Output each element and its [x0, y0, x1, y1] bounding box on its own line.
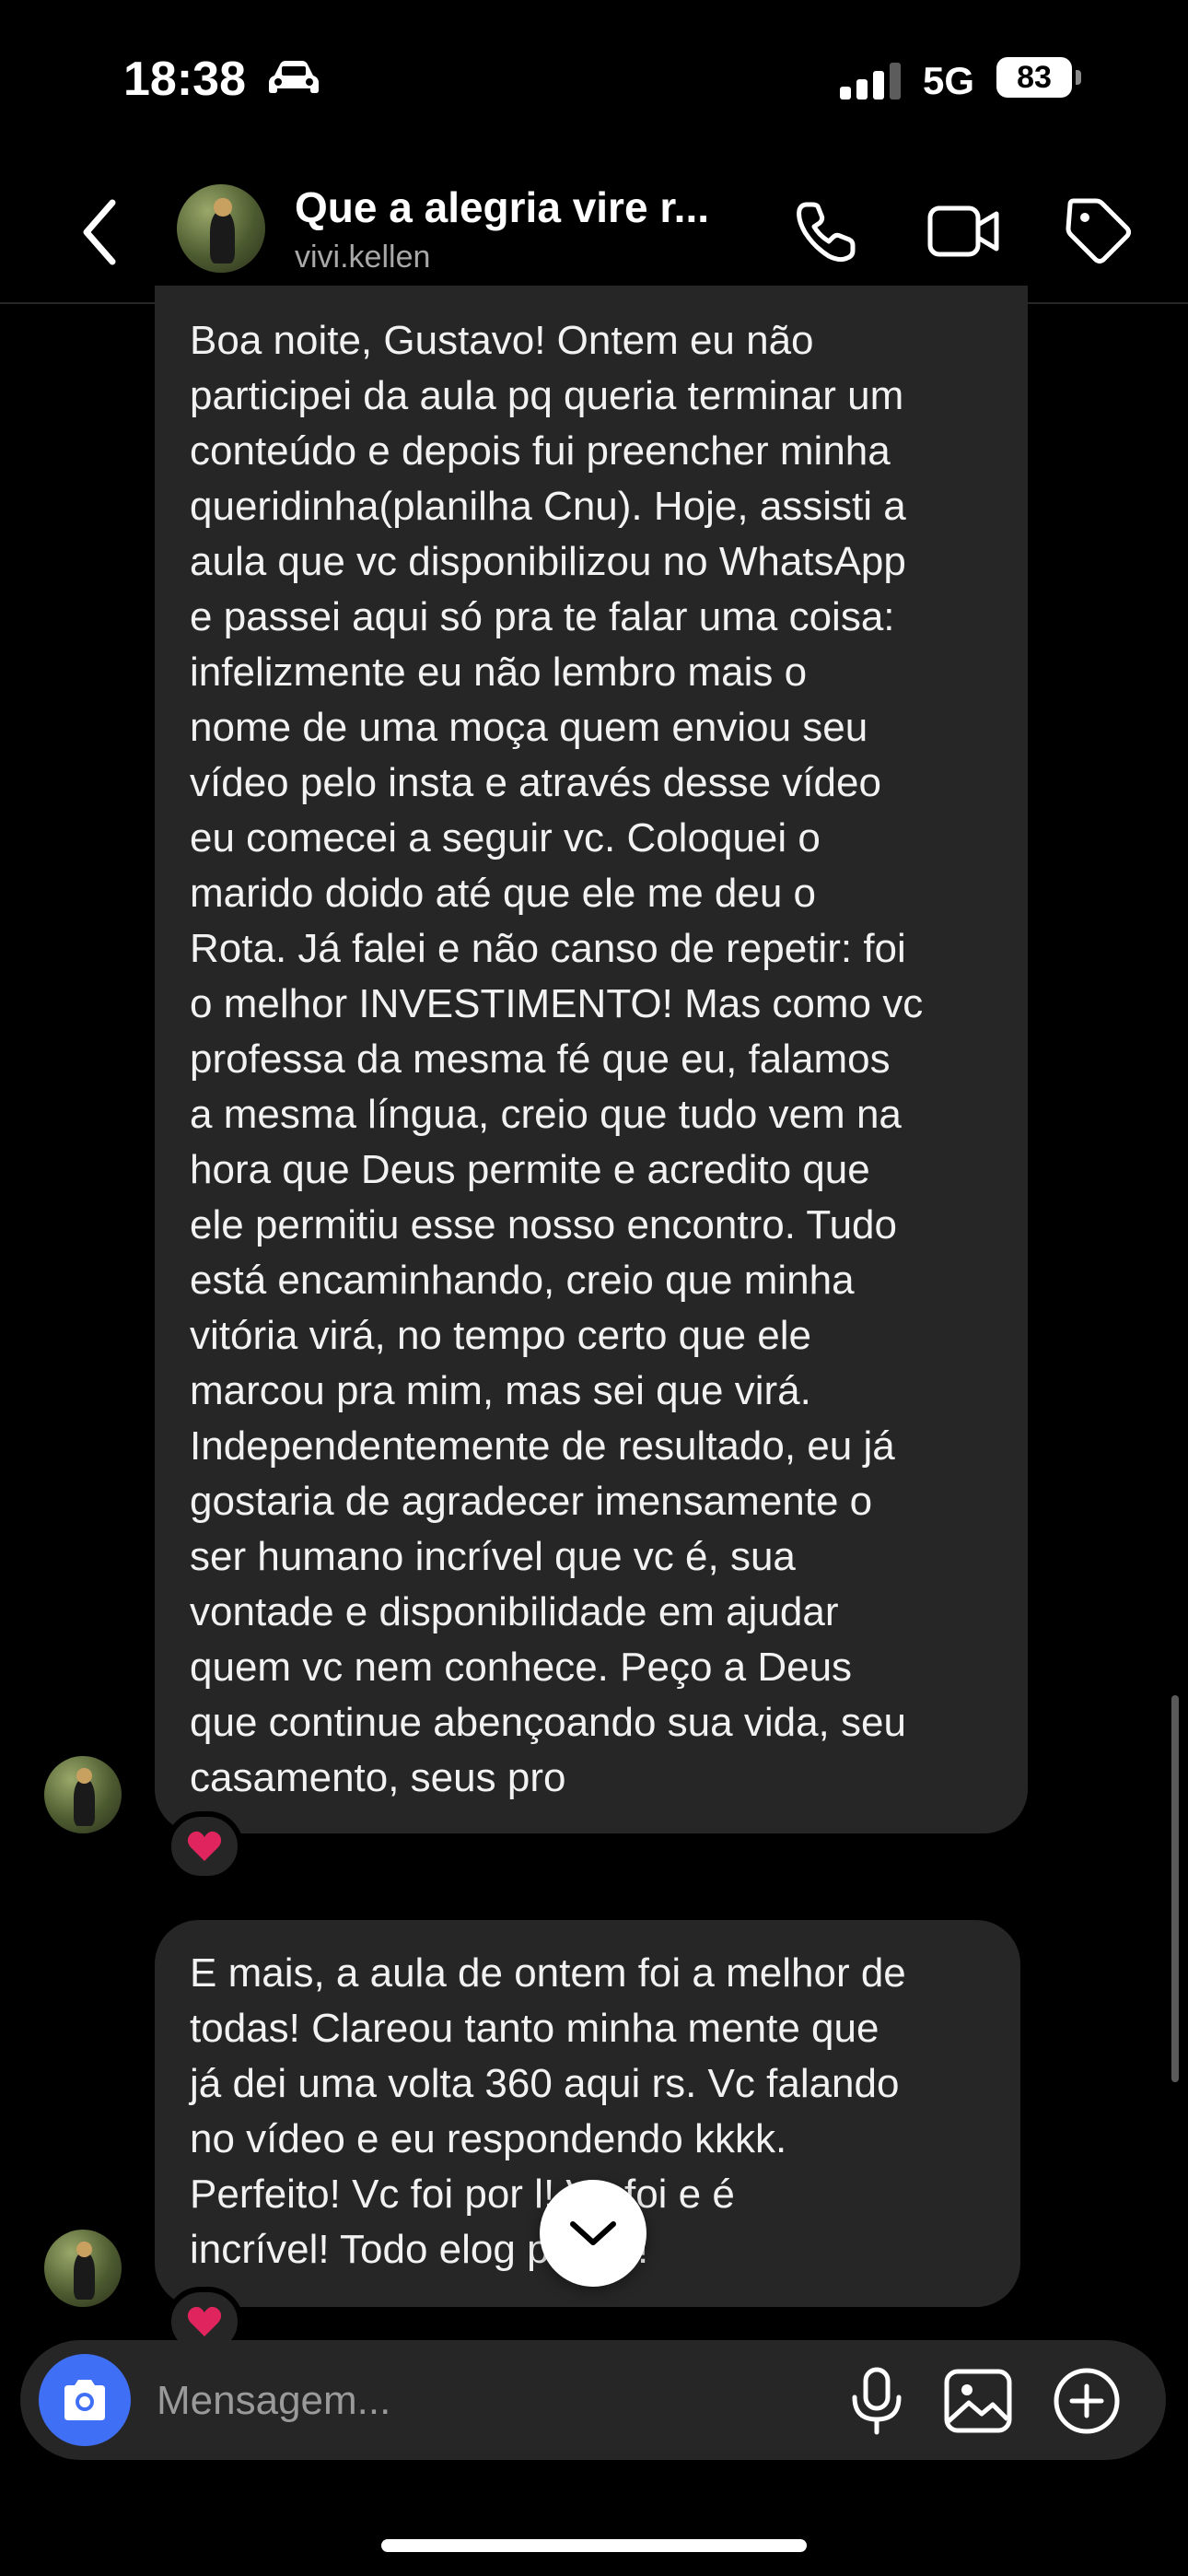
message-text: Boa noite, Gustavo! Ontem eu não partici… [190, 318, 924, 1800]
status-bar: 18:38 5G 83 [0, 0, 1188, 157]
chat-header: Que a alegria vire r... vivi.kellen [0, 162, 1188, 304]
chevron-down-icon [570, 2221, 616, 2245]
message-input[interactable] [155, 2368, 803, 2434]
battery-cap [1076, 70, 1081, 85]
video-camera-icon[interactable] [926, 199, 1000, 263]
camera-button[interactable] [39, 2354, 131, 2446]
sender-avatar[interactable] [44, 2230, 122, 2307]
car-icon [269, 61, 319, 93]
message-bubble[interactable]: Boa noite, Gustavo! Ontem eu não partici… [155, 286, 1028, 1833]
status-time: 18:38 [123, 53, 246, 106]
chat-username[interactable]: vivi.kellen [295, 240, 430, 275]
sender-avatar[interactable] [44, 1756, 122, 1833]
scroll-down-button[interactable] [540, 2180, 646, 2287]
battery-indicator: 83 [996, 57, 1072, 98]
camera-icon [64, 2380, 105, 2420]
microphone-icon[interactable] [844, 2366, 910, 2436]
heart-icon [187, 1831, 222, 1861]
heart-icon [187, 2306, 222, 2336]
battery-level: 83 [1017, 59, 1052, 95]
chat-title[interactable]: Que a alegria vire r... [295, 182, 709, 232]
contact-avatar[interactable] [177, 184, 265, 273]
phone-icon[interactable] [794, 199, 858, 263]
plus-circle-icon[interactable] [1052, 2366, 1122, 2436]
scrollbar[interactable] [1171, 1695, 1179, 2082]
home-indicator[interactable] [381, 2539, 807, 2552]
back-arrow-icon[interactable] [74, 195, 125, 269]
gallery-icon[interactable] [943, 2368, 1013, 2434]
reaction-badge[interactable] [166, 1811, 243, 1881]
tag-icon[interactable] [1063, 195, 1133, 265]
network-label: 5G [923, 59, 975, 102]
message-composer [20, 2340, 1166, 2460]
signal-icon [840, 63, 901, 100]
